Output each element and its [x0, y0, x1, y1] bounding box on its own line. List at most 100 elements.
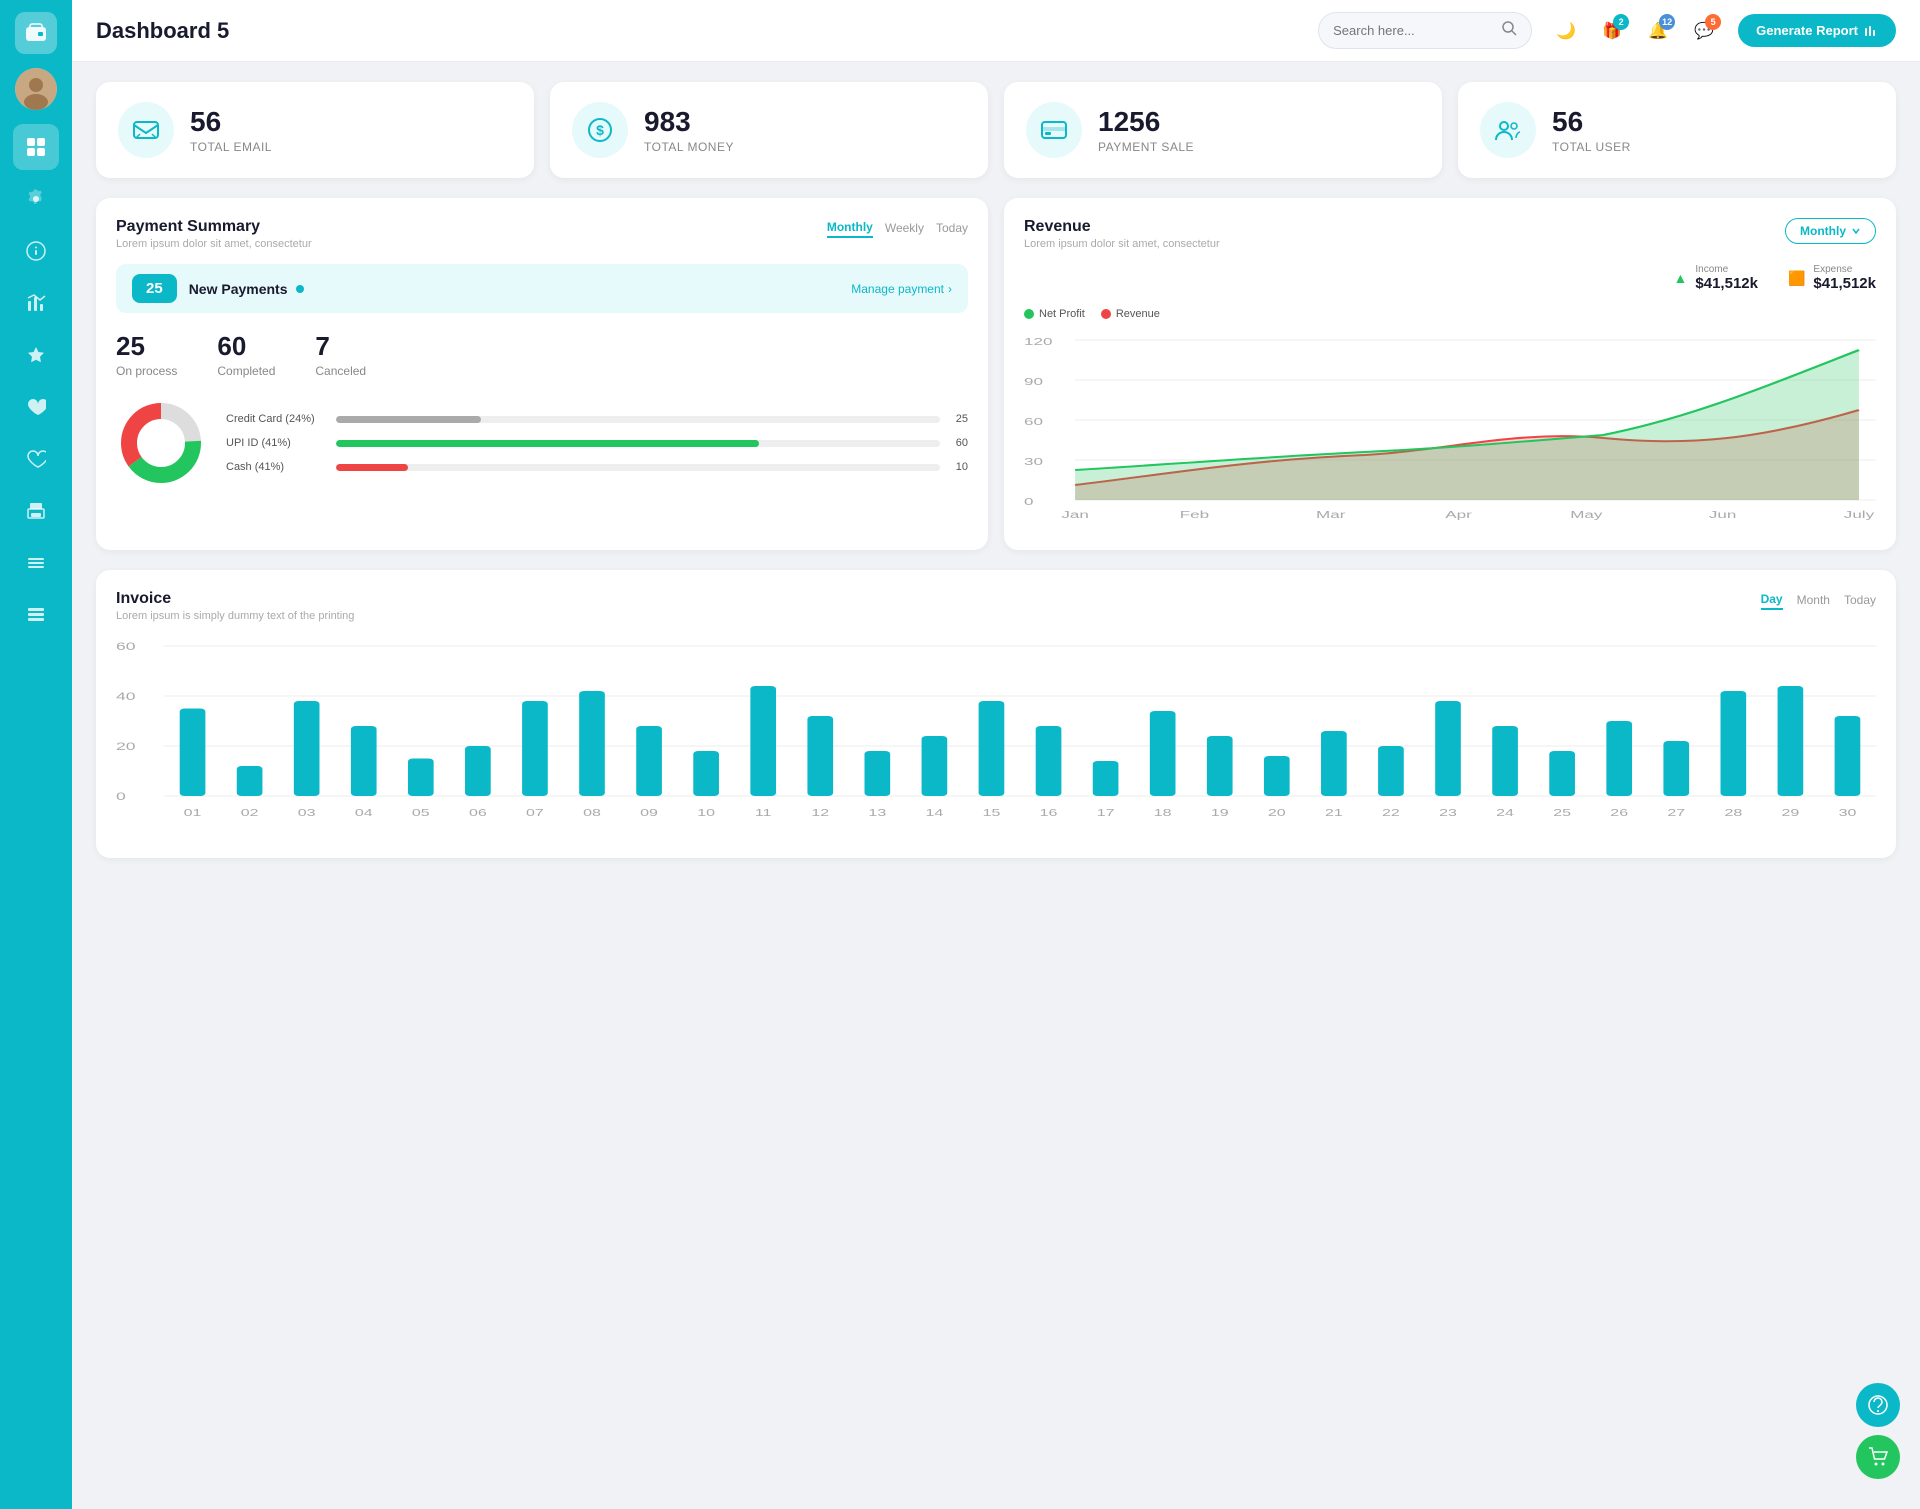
stat-canceled: 7 Canceled: [315, 331, 366, 378]
svg-text:40: 40: [116, 691, 136, 703]
revenue-subtitle: Lorem ipsum dolor sit amet, consectetur: [1024, 238, 1220, 250]
credit-card-track: [336, 416, 940, 423]
stat-info-money: 983 TOTAL MONEY: [644, 106, 734, 154]
svg-text:24: 24: [1496, 807, 1514, 818]
svg-text:28: 28: [1724, 807, 1742, 818]
page-title: Dashboard 5: [96, 18, 1302, 44]
cart-button[interactable]: [1856, 1435, 1900, 1479]
svg-text:19: 19: [1211, 807, 1229, 818]
svg-text:26: 26: [1610, 807, 1628, 818]
tab-monthly[interactable]: Monthly: [827, 218, 873, 238]
sidebar-item-chart[interactable]: [13, 280, 59, 326]
middle-row: Payment Summary Lorem ipsum dolor sit am…: [96, 198, 1896, 550]
upi-val: 60: [950, 437, 968, 449]
sidebar-item-heart-outline[interactable]: [13, 436, 59, 482]
generate-report-button[interactable]: Generate Report: [1738, 14, 1896, 47]
svg-text:09: 09: [640, 807, 658, 818]
svg-text:03: 03: [298, 807, 316, 818]
sidebar-logo[interactable]: [15, 12, 57, 54]
stat-card-user: 56 TOTAL USER: [1458, 82, 1896, 178]
credit-card-fill: [336, 416, 481, 423]
svg-text:90: 90: [1024, 376, 1043, 387]
payment-count: 1256: [1098, 106, 1194, 138]
payment-stats-row: 25 On process 60 Completed 7 Canceled: [116, 331, 968, 378]
svg-text:20: 20: [1268, 807, 1286, 818]
new-payments-label: New Payments: [189, 281, 304, 297]
sidebar-item-list[interactable]: [13, 592, 59, 638]
sidebar-item-menu[interactable]: [13, 540, 59, 586]
chat-btn[interactable]: 💬 5: [1686, 13, 1722, 49]
new-payments-dot: [296, 285, 304, 293]
svg-text:0: 0: [116, 791, 126, 803]
svg-text:14: 14: [926, 807, 944, 818]
revenue-header: Revenue Lorem ipsum dolor sit amet, cons…: [1024, 218, 1876, 250]
sidebar-item-heart-solid[interactable]: [13, 384, 59, 430]
svg-text:$: $: [596, 122, 604, 138]
new-payments-row: 25 New Payments Manage payment ›: [116, 264, 968, 313]
bar-credit-card: Credit Card (24%) 25: [226, 413, 968, 425]
svg-text:May: May: [1570, 509, 1602, 520]
donut-chart: [116, 398, 206, 488]
user-avatar[interactable]: [15, 68, 57, 110]
manage-payment-link[interactable]: Manage payment ›: [851, 282, 952, 296]
user-label: TOTAL USER: [1552, 140, 1631, 154]
revenue-income-row: ▲ Income $41,512k 🟧 Expense $41,512k: [1024, 264, 1876, 292]
svg-text:60: 60: [116, 641, 136, 653]
chat-badge: 5: [1705, 14, 1721, 30]
expense-label: Expense: [1813, 264, 1876, 275]
revenue-legend: Net Profit Revenue: [1024, 308, 1876, 320]
stat-cards-grid: 56 TOTAL EMAIL $ 983 TOTAL MONEY: [96, 82, 1896, 178]
svg-text:16: 16: [1040, 807, 1058, 818]
on-process-value: 25: [116, 331, 177, 362]
invoice-tab-day[interactable]: Day: [1761, 590, 1783, 610]
sidebar-item-info[interactable]: [13, 228, 59, 274]
svg-text:27: 27: [1667, 807, 1685, 818]
content-area: 56 TOTAL EMAIL $ 983 TOTAL MONEY: [72, 62, 1920, 1509]
support-button[interactable]: [1856, 1383, 1900, 1427]
expense-icon: 🟧: [1788, 270, 1805, 287]
stat-card-payment: 1256 PAYMENT SALE: [1004, 82, 1442, 178]
svg-text:02: 02: [241, 807, 259, 818]
svg-text:12: 12: [811, 807, 829, 818]
invoice-subtitle: Lorem ipsum is simply dummy text of the …: [116, 610, 354, 622]
user-icon: [1480, 102, 1536, 158]
invoice-tab-today[interactable]: Today: [1844, 591, 1876, 609]
bell-btn[interactable]: 🔔 12: [1640, 13, 1676, 49]
svg-text:Feb: Feb: [1180, 509, 1210, 520]
income-item: ▲ Income $41,512k: [1674, 264, 1758, 292]
income-value: $41,512k: [1695, 275, 1758, 292]
svg-text:11: 11: [755, 807, 772, 818]
theme-toggle-btn[interactable]: 🌙: [1548, 13, 1584, 49]
bell-badge: 12: [1659, 14, 1675, 30]
bar-cash: Cash (41%) 10: [226, 461, 968, 473]
svg-text:18: 18: [1154, 807, 1172, 818]
sidebar-item-print[interactable]: [13, 488, 59, 534]
svg-text:22: 22: [1382, 807, 1400, 818]
completed-label: Completed: [217, 364, 275, 378]
credit-card-label: Credit Card (24%): [226, 413, 326, 425]
search-box[interactable]: [1318, 12, 1532, 49]
gift-badge: 2: [1613, 14, 1629, 30]
tab-weekly[interactable]: Weekly: [885, 219, 924, 237]
legend-revenue-label: Revenue: [1116, 308, 1160, 320]
revenue-monthly-dropdown[interactable]: Monthly: [1785, 218, 1876, 244]
svg-text:13: 13: [868, 807, 886, 818]
email-label: TOTAL EMAIL: [190, 140, 272, 154]
invoice-tab-month[interactable]: Month: [1797, 591, 1830, 609]
generate-report-label: Generate Report: [1756, 23, 1858, 38]
svg-text:08: 08: [583, 807, 601, 818]
svg-text:04: 04: [355, 807, 373, 818]
tab-today[interactable]: Today: [936, 219, 968, 237]
stat-card-email: 56 TOTAL EMAIL: [96, 82, 534, 178]
sidebar-item-dashboard[interactable]: [13, 124, 59, 170]
expense-value: $41,512k: [1813, 275, 1876, 292]
gift-btn[interactable]: 🎁 2: [1594, 13, 1630, 49]
income-label: Income: [1695, 264, 1758, 275]
sidebar-item-star[interactable]: [13, 332, 59, 378]
on-process-label: On process: [116, 364, 177, 378]
payment-methods: Credit Card (24%) 25 UPI ID (41%) 60: [116, 398, 968, 488]
sidebar-item-settings[interactable]: [13, 176, 59, 222]
legend-net-profit-dot: [1024, 309, 1034, 319]
search-input[interactable]: [1333, 23, 1493, 38]
svg-text:17: 17: [1097, 807, 1115, 818]
